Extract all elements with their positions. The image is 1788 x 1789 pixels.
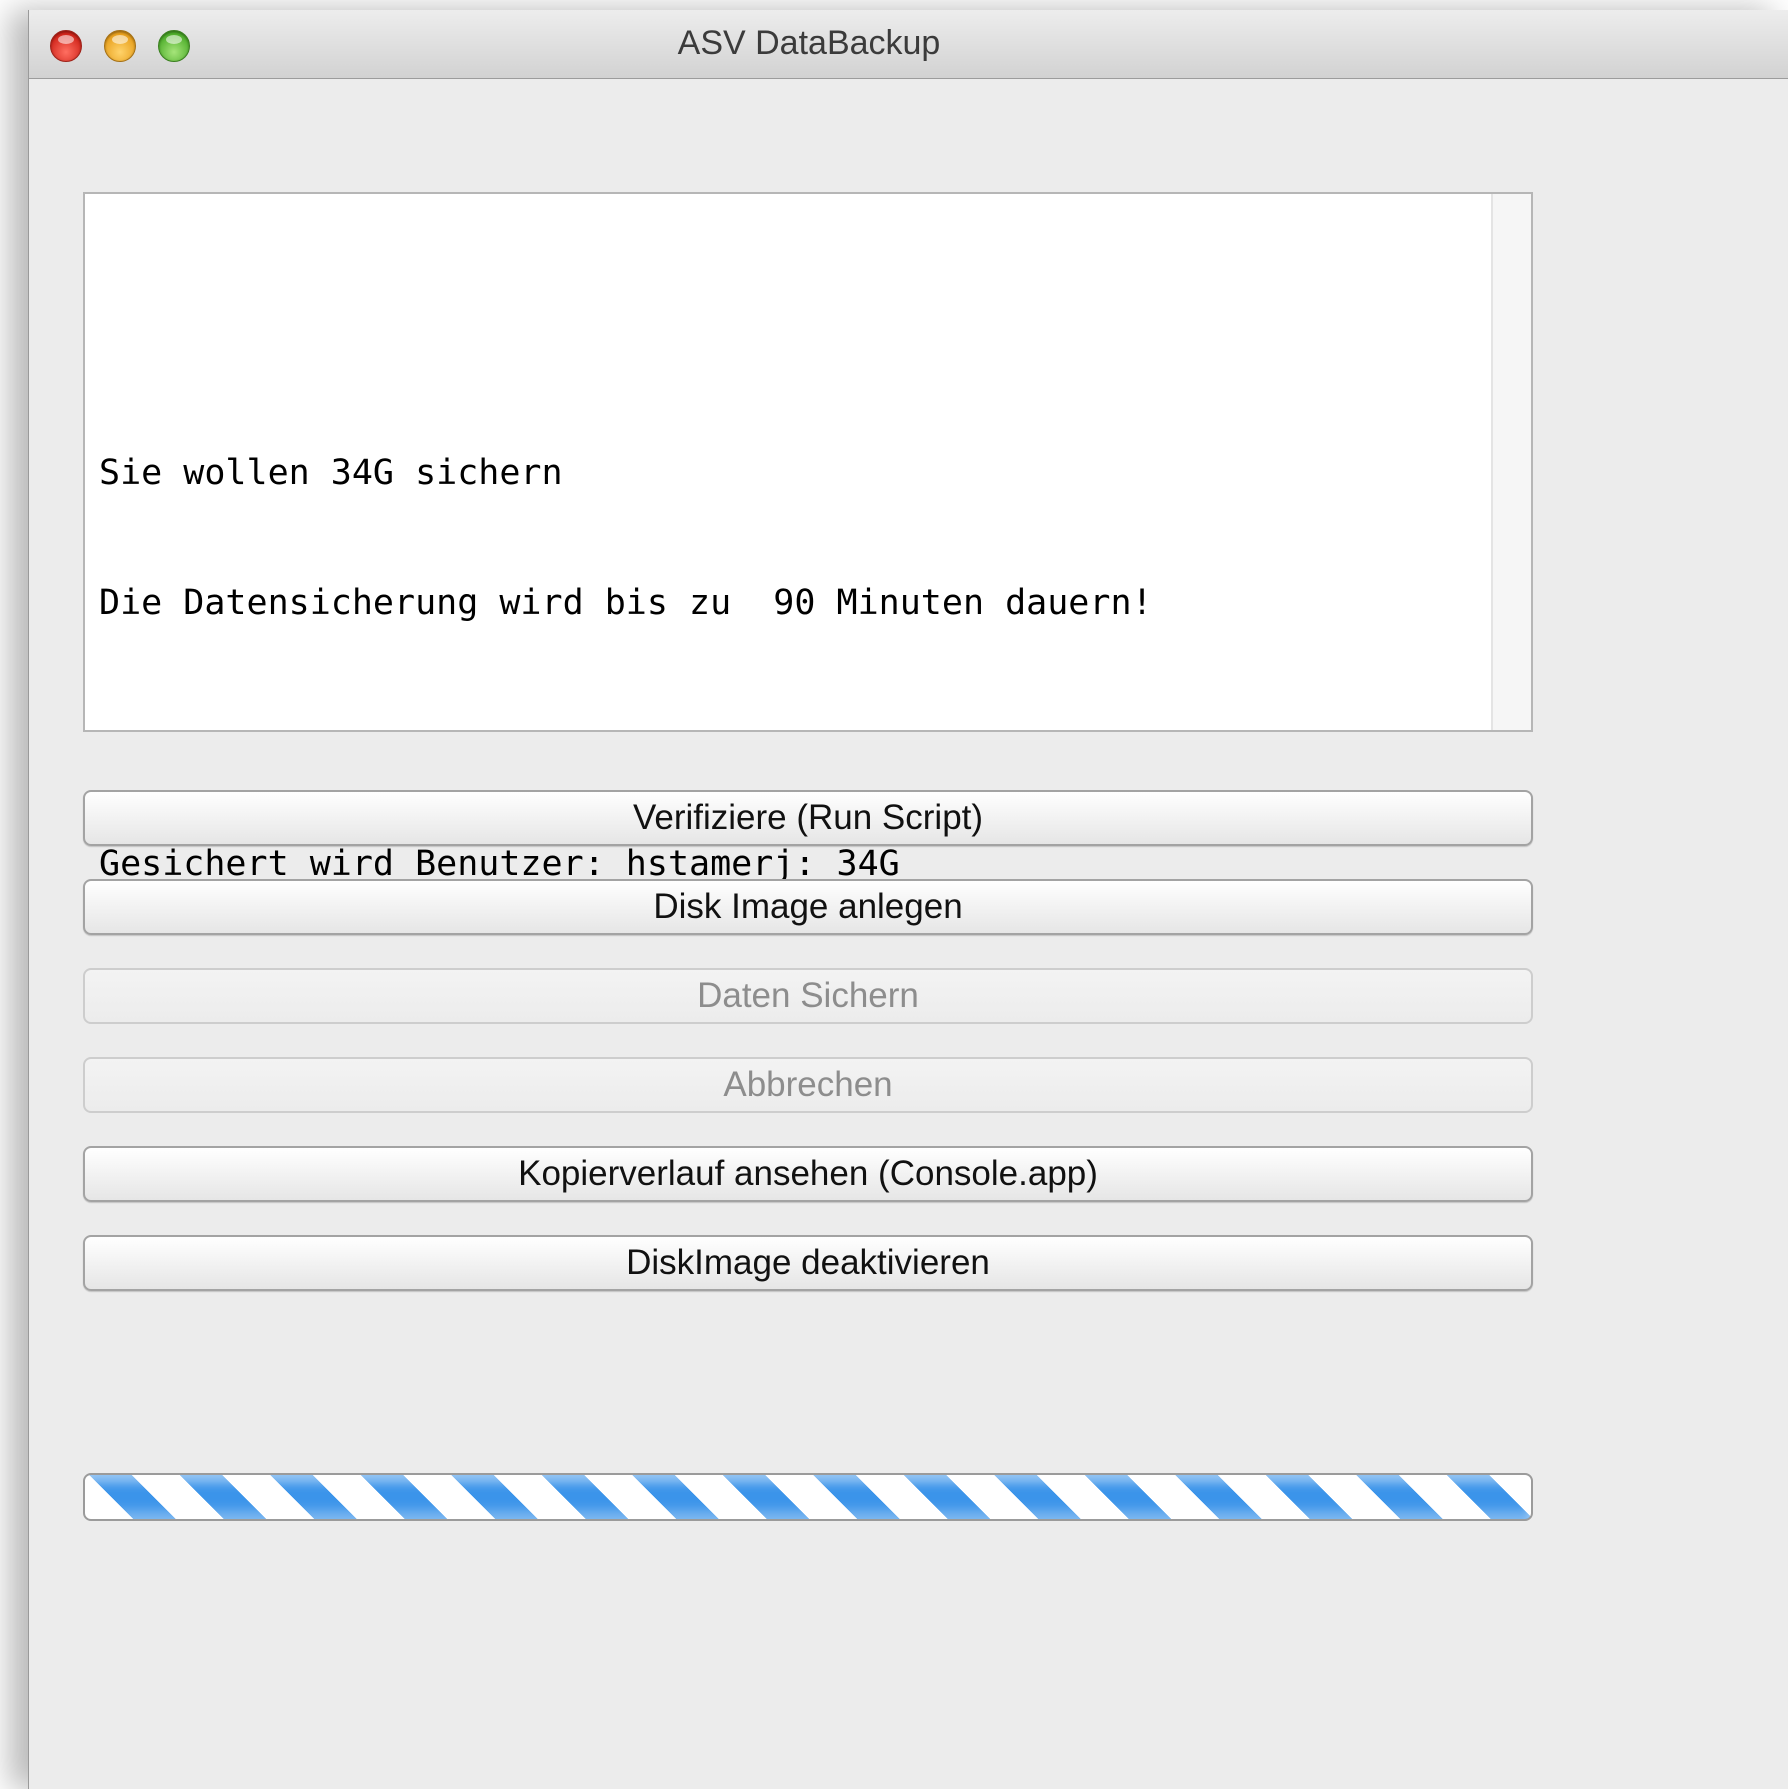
view-copy-log-button[interactable]: Kopierverlauf ansehen (Console.app) — [83, 1146, 1533, 1202]
title-bar[interactable]: ASV DataBackup — [29, 10, 1788, 79]
user-label: Gesichert wird Benutzer: — [99, 844, 626, 884]
output-text-area[interactable]: Sie wollen 34G sichern Die Datensicherun… — [83, 192, 1533, 1016]
console-line: Sie wollen 34G sichern — [99, 452, 563, 493]
create-disk-image-button[interactable]: Disk Image anlegen — [83, 879, 1533, 935]
app-window: ASV DataBackup Sie wollen 34G sichern Di… — [28, 10, 1788, 1789]
vertical-scrollbar[interactable] — [1491, 194, 1531, 730]
window-title: ASV DataBackup — [677, 24, 941, 62]
username-misspelled: hstamerj — [625, 844, 795, 884]
verify-button[interactable]: Verifiziere (Run Script) — [83, 790, 1533, 846]
cancel-button: Abbrechen — [83, 1057, 1533, 1113]
deactivate-disk-image-button[interactable]: DiskImage deaktivieren — [83, 1235, 1533, 1291]
progress-bar — [83, 1473, 1533, 1521]
user-size: : 34G — [794, 844, 900, 884]
backup-data-button: Daten Sichern — [83, 968, 1533, 1024]
console-line: Die Datensicherung wird bis zu 90 Minute… — [99, 583, 1153, 623]
